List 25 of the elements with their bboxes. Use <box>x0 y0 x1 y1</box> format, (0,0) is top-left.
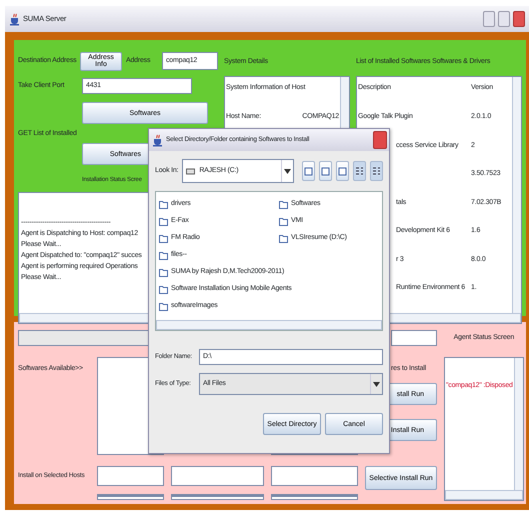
maximize-button[interactable] <box>498 11 510 27</box>
caret-icon <box>373 382 380 386</box>
text-field[interactable] <box>391 330 437 346</box>
caret-icon <box>284 168 291 174</box>
minimize-button[interactable] <box>483 11 495 27</box>
details-view-button[interactable] <box>370 161 383 181</box>
java-cup-icon <box>9 12 20 26</box>
text-field[interactable] <box>271 466 358 486</box>
text-field[interactable] <box>97 494 164 500</box>
text-field[interactable] <box>271 494 358 500</box>
text-field[interactable] <box>171 494 264 500</box>
new-folder-button[interactable] <box>336 161 349 181</box>
list-view-icon <box>355 166 364 176</box>
drive-icon <box>186 167 196 175</box>
home-button[interactable] <box>319 161 332 181</box>
up-folder-button[interactable] <box>302 161 315 181</box>
scrollbar[interactable] <box>512 77 521 312</box>
scrollbar[interactable] <box>445 490 523 500</box>
list-view-button[interactable] <box>353 161 366 181</box>
text-field[interactable] <box>171 466 264 486</box>
java-cup-icon <box>152 134 163 146</box>
details-view-icon <box>372 166 381 176</box>
scrollbar[interactable] <box>514 358 523 490</box>
scrollbar[interactable] <box>156 320 382 330</box>
text-field[interactable] <box>97 466 164 486</box>
